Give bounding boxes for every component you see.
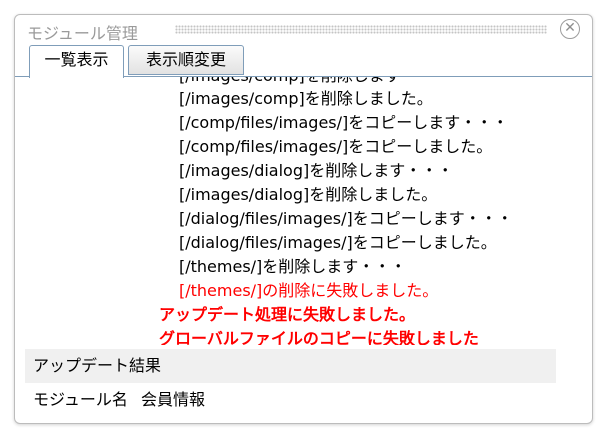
log-line: [/themes/]を削除します・・・ xyxy=(179,257,407,276)
tab-display-order[interactable]: 表示順変更 xyxy=(128,45,244,75)
log-line-error: [/themes/]の削除に失敗しました。 xyxy=(179,281,439,300)
window-titlebar[interactable]: モジュール管理 ✕ xyxy=(15,15,592,45)
log-line: [/dialog/files/images/]をコピーしました。 xyxy=(179,233,497,252)
log-line: [/images/dialog]を削除しました。 xyxy=(179,185,438,204)
update-failed-message: アップデート処理に失敗しました。 xyxy=(159,305,416,324)
module-name-value: 会員情報 xyxy=(140,390,205,409)
log-line: [/images/comp]を削除しました。 xyxy=(179,89,433,108)
log-line: [/dialog/files/images/]をコピーします・・・ xyxy=(179,209,513,228)
tab-list-view[interactable]: 一覧表示 xyxy=(29,45,124,78)
log-line: [/images/dialog]を削除します・・・ xyxy=(179,161,454,180)
log-line: [/comp/files/images/]をコピーします・・・ xyxy=(179,113,509,132)
module-management-window: モジュール管理 ✕ 一覧表示 表示順変更 [/images/comp]を削除しま… xyxy=(14,14,593,424)
log-line: [/comp/files/images/]をコピーしました。 xyxy=(179,137,493,156)
close-icon[interactable]: ✕ xyxy=(560,19,580,39)
update-result-heading: アップデート結果 xyxy=(25,349,556,383)
tab-bar: 一覧表示 表示順変更 xyxy=(29,45,592,78)
drag-grip[interactable] xyxy=(175,25,547,34)
window-title: モジュール管理 xyxy=(27,24,138,43)
log-line: [/images/comp]を削除します・・・ xyxy=(179,77,449,87)
module-name-row: モジュール名 会員情報 xyxy=(33,387,205,413)
module-name-label: モジュール名 xyxy=(33,390,128,409)
update-log[interactable]: [/images/comp]を削除します・・・ [/images/comp]を削… xyxy=(15,77,592,345)
global-copy-failed-message: グローバルファイルのコピーに失敗しました xyxy=(159,329,479,345)
